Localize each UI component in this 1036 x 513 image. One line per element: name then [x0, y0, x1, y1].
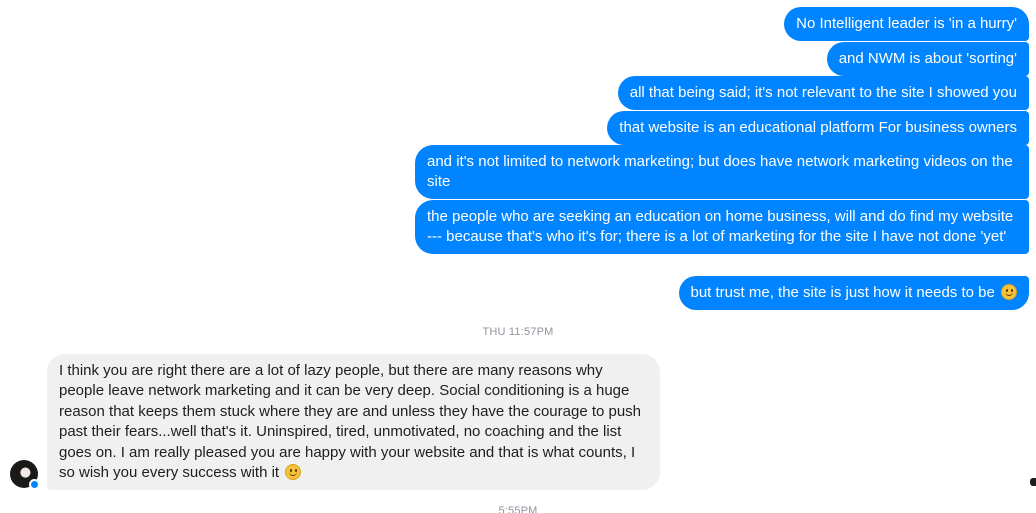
outgoing-message[interactable]: the people who are seeking an education … [415, 200, 1029, 254]
message-text: all that being said; it's not relevant t… [629, 84, 1017, 101]
outgoing-message[interactable]: and NWM is about 'sorting' [826, 42, 1029, 76]
seen-indicator-icon [1030, 478, 1036, 486]
slightly-smiling-face-icon [285, 464, 302, 481]
message-text: that website is an educational platform … [619, 119, 1017, 136]
messenger-badge-icon [29, 479, 40, 490]
outgoing-message[interactable]: but trust me, the site is just how it ne… [678, 276, 1029, 310]
message-text: and it's not limited to network marketin… [427, 153, 1013, 190]
contact-avatar[interactable] [10, 460, 40, 490]
message-text: the people who are seeking an education … [427, 208, 1014, 245]
slightly-smiling-face-icon [1001, 284, 1017, 300]
incoming-message[interactable]: I think you are right there are a lot of… [47, 354, 660, 491]
message-timestamp: 5:55PM [498, 505, 538, 513]
message-text: but trust me, the site is just how it ne… [690, 284, 995, 301]
message-text: and NWM is about 'sorting' [838, 50, 1017, 67]
outgoing-message[interactable]: and it's not limited to network marketin… [415, 145, 1029, 199]
outgoing-message[interactable]: all that being said; it's not relevant t… [617, 76, 1029, 110]
outgoing-message[interactable]: No Intelligent leader is 'in a hurry' [784, 7, 1029, 41]
message-text: No Intelligent leader is 'in a hurry' [796, 15, 1017, 32]
outgoing-message[interactable]: that website is an educational platform … [607, 111, 1029, 145]
message-text: I think you are right there are a lot of… [59, 362, 642, 482]
message-timestamp: THU 11:57PM [482, 326, 554, 338]
chat-thread: No Intelligent leader is 'in a hurry' an… [0, 0, 1036, 513]
